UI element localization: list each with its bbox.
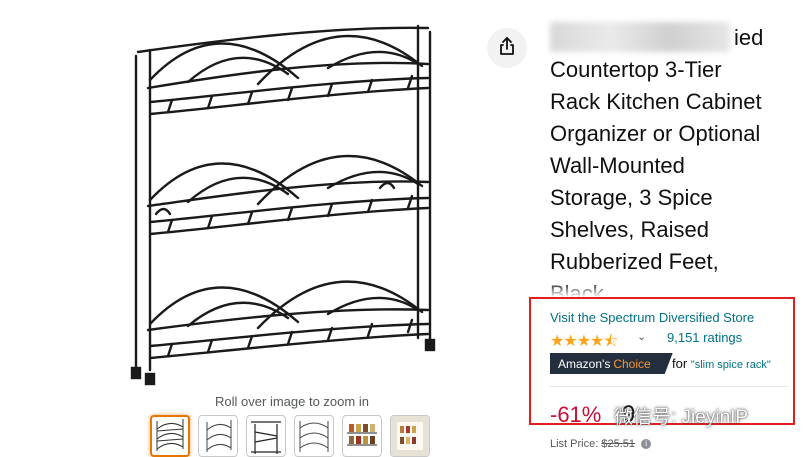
badge-prefix: Amazon's	[558, 356, 611, 371]
star-rating[interactable]: ★★★★⯪	[550, 330, 619, 357]
info-icon[interactable]: i	[641, 439, 652, 450]
list-price: List Price: $25.51 i	[550, 438, 652, 450]
share-icon	[498, 36, 516, 61]
thumbnail-rack-front[interactable]	[150, 415, 190, 457]
choice-keyword: for "slim spice rack"	[672, 356, 771, 371]
thumbnail-rack-angle[interactable]	[198, 415, 238, 457]
product-title: Countertop 3-Tier Rack Kitchen Cabinet O…	[550, 57, 762, 306]
list-price-label: List Price:	[550, 438, 599, 450]
divider	[550, 386, 788, 387]
choice-keyword-link[interactable]: "slim spice rack"	[691, 359, 771, 371]
product-main-image[interactable]	[128, 18, 444, 390]
amazons-choice-badge: Amazon's Choice	[550, 353, 673, 374]
watermark-text: 微信号: JieyinIP	[614, 407, 749, 428]
title-blurred-prefix	[550, 22, 730, 52]
watermark: 微信号: JieyinIP	[614, 402, 748, 429]
thumbnail-rack-side[interactable]	[294, 415, 334, 457]
thumbnail-rack-dimensions[interactable]	[246, 415, 286, 457]
thumbnail-rack-in-cabinet[interactable]	[390, 415, 430, 457]
zoom-hint: Roll over image to zoom in	[215, 394, 369, 409]
discount-percent: -61%	[550, 402, 602, 427]
badge-suffix: Choice	[613, 356, 651, 371]
choice-for-label: for	[672, 356, 688, 371]
title-visible-tail: ied	[734, 25, 764, 50]
chevron-down-icon[interactable]: ⌄	[637, 330, 646, 343]
ratings-count-link[interactable]: 9,151 ratings	[667, 330, 742, 345]
store-link[interactable]: Visit the Spectrum Diversified Store	[550, 310, 754, 325]
thumbnail-rack-with-spices[interactable]	[342, 415, 382, 457]
share-button[interactable]	[487, 28, 527, 68]
list-price-value: $25.51	[601, 438, 636, 450]
